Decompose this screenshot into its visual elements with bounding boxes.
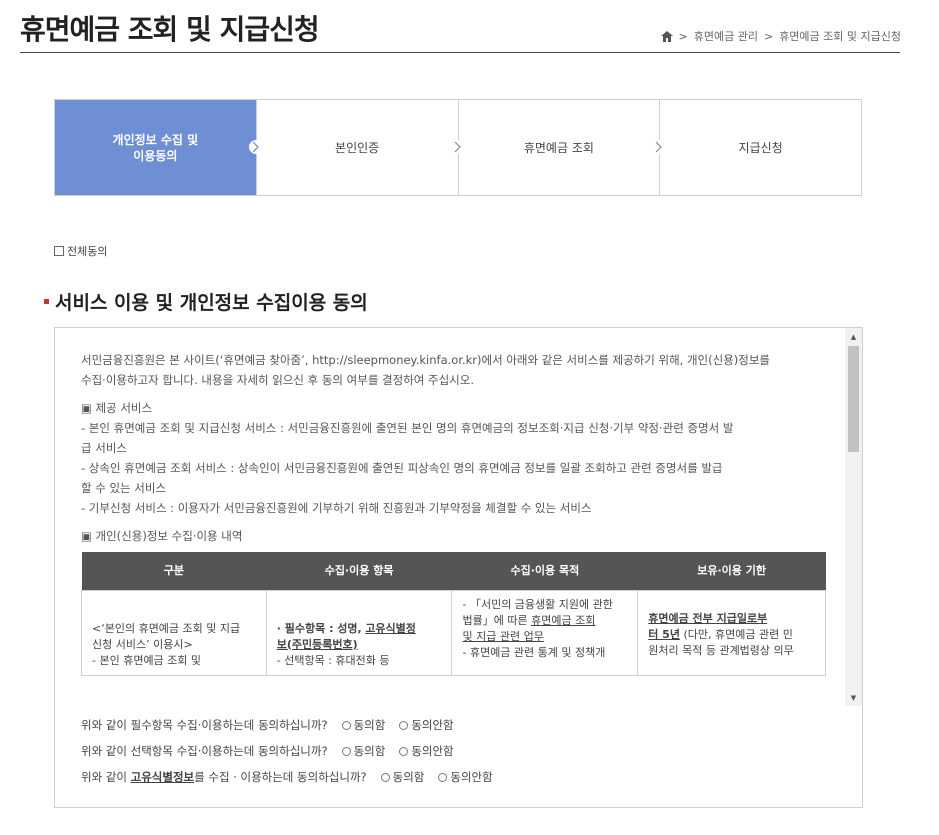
- table-header: 보유·이용 기한: [637, 552, 826, 590]
- consent-question-unique-id: 위와 같이 고유식별정보를 수집 · 이용하는데 동의하십니까? 동의함 동의안…: [81, 764, 493, 790]
- cell-text: 터 5년: [648, 627, 680, 641]
- breadcrumb-separator: >: [678, 29, 688, 43]
- radio-disagree-unique-id[interactable]: 동의안함: [438, 769, 493, 785]
- cell-text: - 본인 휴면예금 조회 및: [92, 653, 202, 667]
- terms-text: 서민금융진흥원은 본 사이트(‘휴면예금 찾아줌’, http://sleepm…: [81, 353, 770, 367]
- terms-services: ▣ 제공 서비스 - 본인 휴면예금 조회 및 지급신청 서비스 : 서민금융진…: [81, 398, 832, 518]
- consent-question-required: 위와 같이 필수항목 수집·이용하는데 동의하십니까? 동의함 동의안함: [81, 712, 493, 738]
- cell-text: <‘본인의 휴면예금 조회 및 지급: [92, 621, 241, 635]
- radio-icon[interactable]: [341, 746, 351, 756]
- table-cell: · 필수항목 : 성명, 고유식별정 보(주민등록번호) - 선택항목 : 휴대…: [265, 589, 453, 676]
- chevron-right-icon: [450, 140, 465, 154]
- checkbox-icon[interactable]: [54, 246, 64, 256]
- scrollbar-thumb[interactable]: [848, 346, 859, 452]
- step-label: 휴면예금 조회: [523, 140, 594, 155]
- radio-icon[interactable]: [399, 746, 409, 756]
- home-icon[interactable]: [660, 30, 673, 42]
- option-label: 동의함: [353, 744, 386, 758]
- title-divider: [20, 52, 900, 53]
- collection-table: 구분 수집·이용 항목 수집·이용 목적 보유·이용 기한 <‘본인의 휴면예금…: [81, 552, 826, 676]
- terms-text: 할 수 있는 서비스: [81, 481, 167, 495]
- radio-agree-unique-id[interactable]: 동의함: [380, 769, 425, 785]
- terms-text: 급 서비스: [81, 441, 127, 455]
- breadcrumb-item-dormant-management[interactable]: 휴면예금 관리: [694, 28, 758, 44]
- terms-text: 수집·이용하고자 합니다. 내용을 자세히 읽으신 후 동의 여부를 결정하여 …: [81, 373, 475, 387]
- cell-text: 신청 서비스’ 이용시>: [92, 637, 193, 651]
- option-label: 동의안함: [450, 770, 493, 784]
- table-cell: - 「서민의 금융생활 지원에 관한 법률」에 따른 휴면예금 조회 및 지급 …: [451, 589, 639, 676]
- cell-text: 고유식별정: [365, 621, 416, 635]
- terms-text: - 기부신청 서비스 : 이용자가 서민금융진흥원에 기부하기 위해 진흥원과 …: [81, 501, 592, 515]
- question-text: 위와 같이 선택항목 수집·이용하는데 동의하십니까?: [81, 744, 328, 758]
- cell-text: · 필수항목 : 성명,: [276, 621, 362, 635]
- scroll-up-icon[interactable]: ▲: [845, 328, 862, 345]
- terms-scrollbar[interactable]: ▲ ▼: [845, 328, 862, 706]
- radio-icon[interactable]: [399, 720, 409, 730]
- radio-icon[interactable]: [438, 772, 448, 782]
- step-label: 개인정보 수집 및 이용동의: [112, 132, 199, 163]
- section-bullet-icon: [44, 299, 49, 304]
- cell-text: - 휴면예금 관련 통계 및 정책개: [462, 645, 606, 659]
- cell-text: - 「서민의 금융생활 지원에 관한: [462, 597, 613, 611]
- section-title: 서비스 이용 및 개인정보 수집이용 동의: [44, 288, 368, 315]
- cell-text: (다만, 휴면예금 관련 민: [679, 627, 793, 641]
- cell-text: 및 지급 관련 업무: [462, 629, 544, 643]
- cell-text: 휴면예금 조회: [531, 613, 596, 627]
- cell-text: 원처리 목적 등 관계법령상 의무: [648, 643, 794, 657]
- step-dormant-inquiry: 휴면예금 조회: [459, 100, 667, 195]
- cell-text: - 선택항목 : 휴대전화 등: [276, 653, 390, 667]
- step-privacy-consent: 개인정보 수집 및 이용동의: [55, 100, 263, 195]
- consent-questions: 위와 같이 필수항목 수집·이용하는데 동의하십니까? 동의함 동의안함 위와 …: [81, 712, 493, 790]
- radio-disagree-optional[interactable]: 동의안함: [399, 743, 454, 759]
- breadcrumb-item-current[interactable]: 휴면예금 조회 및 지급신청: [779, 28, 901, 44]
- radio-agree-required[interactable]: 동의함: [341, 717, 386, 733]
- breadcrumb: > 휴면예금 관리 > 휴면예금 조회 및 지급신청: [660, 28, 901, 44]
- step-label: 지급신청: [738, 140, 783, 155]
- question-emphasis: 고유식별정보: [130, 770, 195, 784]
- cell-text: 보(주민등록번호): [276, 637, 358, 651]
- table-row: <‘본인의 휴면예금 조회 및 지급 신청 서비스’ 이용시> - 본인 휴면예…: [81, 589, 826, 676]
- terms-scroll-area[interactable]: 서민금융진흥원은 본 사이트(‘휴면예금 찾아줌’, http://sleepm…: [55, 328, 862, 706]
- cell-text: 휴면예금 전부 지급일로부: [648, 611, 768, 625]
- consent-question-optional: 위와 같이 선택항목 수집·이용하는데 동의하십니까? 동의함 동의안함: [81, 738, 493, 764]
- option-label: 동의안함: [411, 718, 454, 732]
- table-cell: 휴면예금 전부 지급일로부 터 5년 (다만, 휴면예금 관련 민 원처리 목적…: [637, 589, 826, 676]
- radio-icon[interactable]: [341, 720, 351, 730]
- table-cell: <‘본인의 휴면예금 조회 및 지급 신청 서비스’ 이용시> - 본인 휴면예…: [81, 589, 267, 676]
- cell-text: 법률」에 따른: [462, 613, 528, 627]
- step-identity-verification: 본인인증: [257, 100, 465, 195]
- radio-disagree-required[interactable]: 동의안함: [399, 717, 454, 733]
- radio-agree-optional[interactable]: 동의함: [341, 743, 386, 759]
- terms-intro: 서민금융진흥원은 본 사이트(‘휴면예금 찾아줌’, http://sleepm…: [81, 350, 832, 390]
- option-label: 동의안함: [411, 744, 454, 758]
- scroll-down-icon[interactable]: ▼: [845, 689, 862, 706]
- step-label: 본인인증: [335, 140, 380, 155]
- option-label: 동의함: [353, 718, 386, 732]
- agree-all-checkbox[interactable]: 전체동의: [54, 243, 107, 259]
- terms-text: ▣ 제공 서비스: [81, 401, 153, 415]
- terms-box: 서민금융진흥원은 본 사이트(‘휴면예금 찾아줌’, http://sleepm…: [54, 327, 863, 808]
- terms-collect-header: ▣ 개인(신용)정보 수집·이용 내역: [81, 526, 832, 546]
- chevron-right-icon: [248, 140, 263, 154]
- agree-all-label: 전체동의: [67, 245, 108, 258]
- step-payment-request: 지급신청: [660, 100, 861, 195]
- table-header: 수집·이용 목적: [451, 552, 638, 590]
- terms-text: - 상속인 휴면예금 조회 서비스 : 상속인이 서민금융진흥원에 출연된 피상…: [81, 461, 723, 475]
- section-title-text: 서비스 이용 및 개인정보 수집이용 동의: [55, 292, 368, 314]
- question-text: 위와 같이 필수항목 수집·이용하는데 동의하십니까?: [81, 718, 328, 732]
- step-indicator: 개인정보 수집 및 이용동의 본인인증 휴면예금 조회 지급신청: [54, 99, 862, 196]
- breadcrumb-separator: >: [763, 29, 774, 43]
- option-label: 동의함: [392, 770, 425, 784]
- question-text: 위와 같이 고유식별정보를 수집 · 이용하는데 동의하십니까?: [81, 770, 367, 784]
- page-title: 휴면예금 조회 및 지급신청: [20, 13, 320, 46]
- terms-text: ▣ 개인(신용)정보 수집·이용 내역: [81, 529, 243, 543]
- table-header: 구분: [81, 552, 267, 590]
- table-header: 수집·이용 항목: [266, 552, 452, 590]
- terms-text: - 본인 휴면예금 조회 및 지급신청 서비스 : 서민금융진흥원에 출연된 본…: [81, 421, 734, 435]
- radio-icon[interactable]: [380, 772, 390, 782]
